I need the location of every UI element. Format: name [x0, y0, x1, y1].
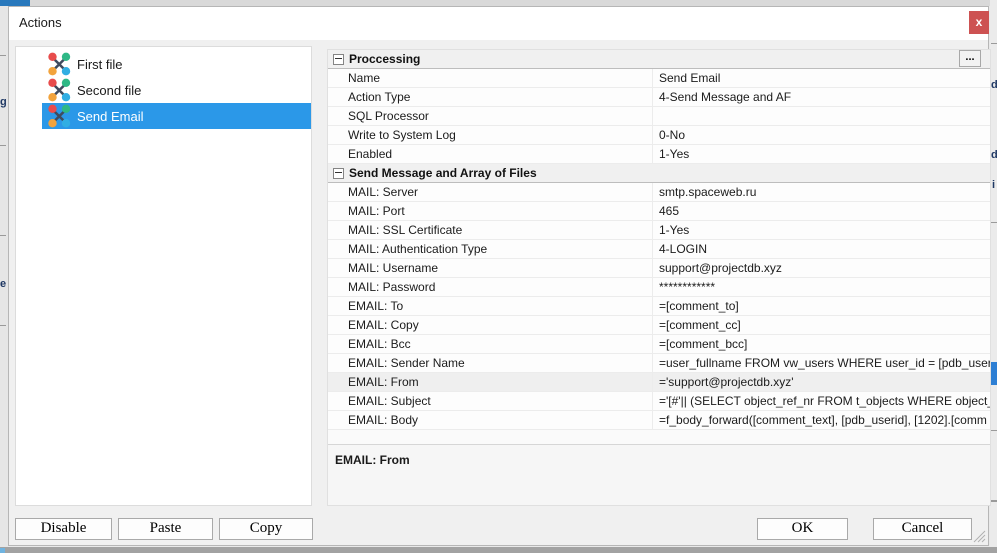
property-row[interactable]: EMAIL: Copy =[comment_cc] [328, 316, 990, 335]
property-name: EMAIL: To [328, 297, 652, 315]
property-name: SQL Processor [328, 107, 652, 125]
cancel-button[interactable]: Cancel [873, 518, 972, 540]
background-bottom-strip [0, 547, 997, 553]
screen: g e d d i Actions x [0, 0, 997, 553]
disable-button[interactable]: Disable [15, 518, 112, 540]
property-grid: Proccessing Name Send Email Action Type … [327, 49, 991, 506]
property-value[interactable]: =f_body_forward([comment_text], [pdb_use… [652, 411, 990, 429]
property-name: MAIL: Username [328, 259, 652, 277]
action-list-item[interactable]: Send Email [42, 103, 311, 129]
description-title: EMAIL: From [335, 453, 990, 467]
copy-button[interactable]: Copy [219, 518, 313, 540]
property-name: MAIL: Authentication Type [328, 240, 652, 258]
property-row[interactable]: MAIL: Authentication Type 4-LOGIN [328, 240, 990, 259]
property-value[interactable]: 1-Yes [652, 145, 990, 163]
property-row[interactable]: MAIL: Username support@projectdb.xyz [328, 259, 990, 278]
property-value[interactable]: =[comment_cc] [652, 316, 990, 334]
resize-grip-icon[interactable] [973, 530, 986, 543]
property-row[interactable]: EMAIL: Bcc =[comment_bcc] [328, 335, 990, 354]
action-list-item-label: First file [77, 57, 123, 72]
dialog-titlebar: Actions [9, 7, 988, 40]
property-row[interactable]: Name Send Email [328, 69, 990, 88]
property-row[interactable]: Action Type 4-Send Message and AF [328, 88, 990, 107]
background-window-right-sliver: d d i [990, 0, 997, 547]
paste-button[interactable]: Paste [118, 518, 213, 540]
property-value[interactable]: ='[#'|| (SELECT object_ref_nr FROM t_obj… [652, 392, 990, 410]
property-name: Action Type [328, 88, 652, 106]
property-category-label: Proccessing [349, 52, 420, 66]
background-window-left-sliver: g e [0, 6, 8, 547]
property-name: EMAIL: Sender Name [328, 354, 652, 372]
property-name: EMAIL: Subject [328, 392, 652, 410]
property-row[interactable]: EMAIL: Subject ='[#'|| (SELECT object_re… [328, 392, 990, 411]
property-name: Enabled [328, 145, 652, 163]
actions-dialog: Actions x First file [8, 6, 989, 546]
action-list-item[interactable]: First file [42, 51, 311, 77]
property-row[interactable]: Enabled 1-Yes [328, 145, 990, 164]
action-list: First file Second file Send Em [15, 46, 312, 506]
background-taskbar-fragment [0, 548, 5, 553]
action-nodes-icon [47, 52, 71, 76]
property-value[interactable]: ************ [652, 278, 990, 296]
property-value[interactable]: =[comment_bcc] [652, 335, 990, 353]
property-name: MAIL: Server [328, 183, 652, 201]
action-list-item-label: Second file [77, 83, 141, 98]
property-grid-rows: Proccessing Name Send Email Action Type … [328, 50, 990, 430]
property-value[interactable]: support@projectdb.xyz [652, 259, 990, 277]
property-value[interactable]: 4-Send Message and AF [652, 88, 990, 106]
property-row[interactable]: EMAIL: From ='support@projectdb.xyz' ... [328, 373, 990, 392]
description-panel: EMAIL: From [328, 444, 990, 505]
property-name: Write to System Log [328, 126, 652, 144]
property-name: EMAIL: From [328, 373, 652, 391]
property-category-label: Send Message and Array of Files [349, 166, 537, 180]
property-value[interactable]: 4-LOGIN [652, 240, 990, 258]
property-row[interactable]: MAIL: Password ************ [328, 278, 990, 297]
property-name: EMAIL: Body [328, 411, 652, 429]
action-nodes-icon [47, 104, 71, 128]
close-icon[interactable]: x [969, 11, 989, 34]
property-name: MAIL: SSL Certificate [328, 221, 652, 239]
property-value[interactable]: ='support@projectdb.xyz' [652, 373, 990, 391]
property-name: MAIL: Port [328, 202, 652, 220]
property-name: MAIL: Password [328, 278, 652, 296]
property-value[interactable]: Send Email [652, 69, 990, 87]
action-list-item-label: Send Email [77, 109, 143, 124]
property-value[interactable]: 1-Yes [652, 221, 990, 239]
property-category-row[interactable]: Proccessing [328, 50, 990, 69]
collapse-icon[interactable] [333, 54, 344, 65]
ellipsis-button[interactable]: ... [959, 50, 981, 67]
property-name: Name [328, 69, 652, 87]
property-row[interactable]: SQL Processor [328, 107, 990, 126]
property-name: EMAIL: Copy [328, 316, 652, 334]
action-list-item[interactable]: Second file [42, 77, 311, 103]
property-value[interactable] [652, 107, 990, 125]
property-row[interactable]: MAIL: Port 465 [328, 202, 990, 221]
property-value[interactable]: smtp.spaceweb.ru [652, 183, 990, 201]
property-category-row[interactable]: Send Message and Array of Files [328, 164, 990, 183]
collapse-icon[interactable] [333, 168, 344, 179]
property-value[interactable]: 0-No [652, 126, 990, 144]
dialog-title: Actions [19, 15, 62, 30]
action-nodes-icon [47, 78, 71, 102]
property-row[interactable]: EMAIL: Sender Name =user_fullname FROM v… [328, 354, 990, 373]
property-value[interactable]: 465 [652, 202, 990, 220]
property-row[interactable]: MAIL: Server smtp.spaceweb.ru [328, 183, 990, 202]
property-row[interactable]: EMAIL: Body =f_body_forward([comment_tex… [328, 411, 990, 430]
property-row[interactable]: EMAIL: To =[comment_to] [328, 297, 990, 316]
property-row[interactable]: Write to System Log 0-No [328, 126, 990, 145]
property-row[interactable]: MAIL: SSL Certificate 1-Yes [328, 221, 990, 240]
ok-button[interactable]: OK [757, 518, 848, 540]
property-value[interactable]: =[comment_to] [652, 297, 990, 315]
property-value[interactable]: =user_fullname FROM vw_users WHERE user_… [652, 354, 990, 372]
property-name: EMAIL: Bcc [328, 335, 652, 353]
